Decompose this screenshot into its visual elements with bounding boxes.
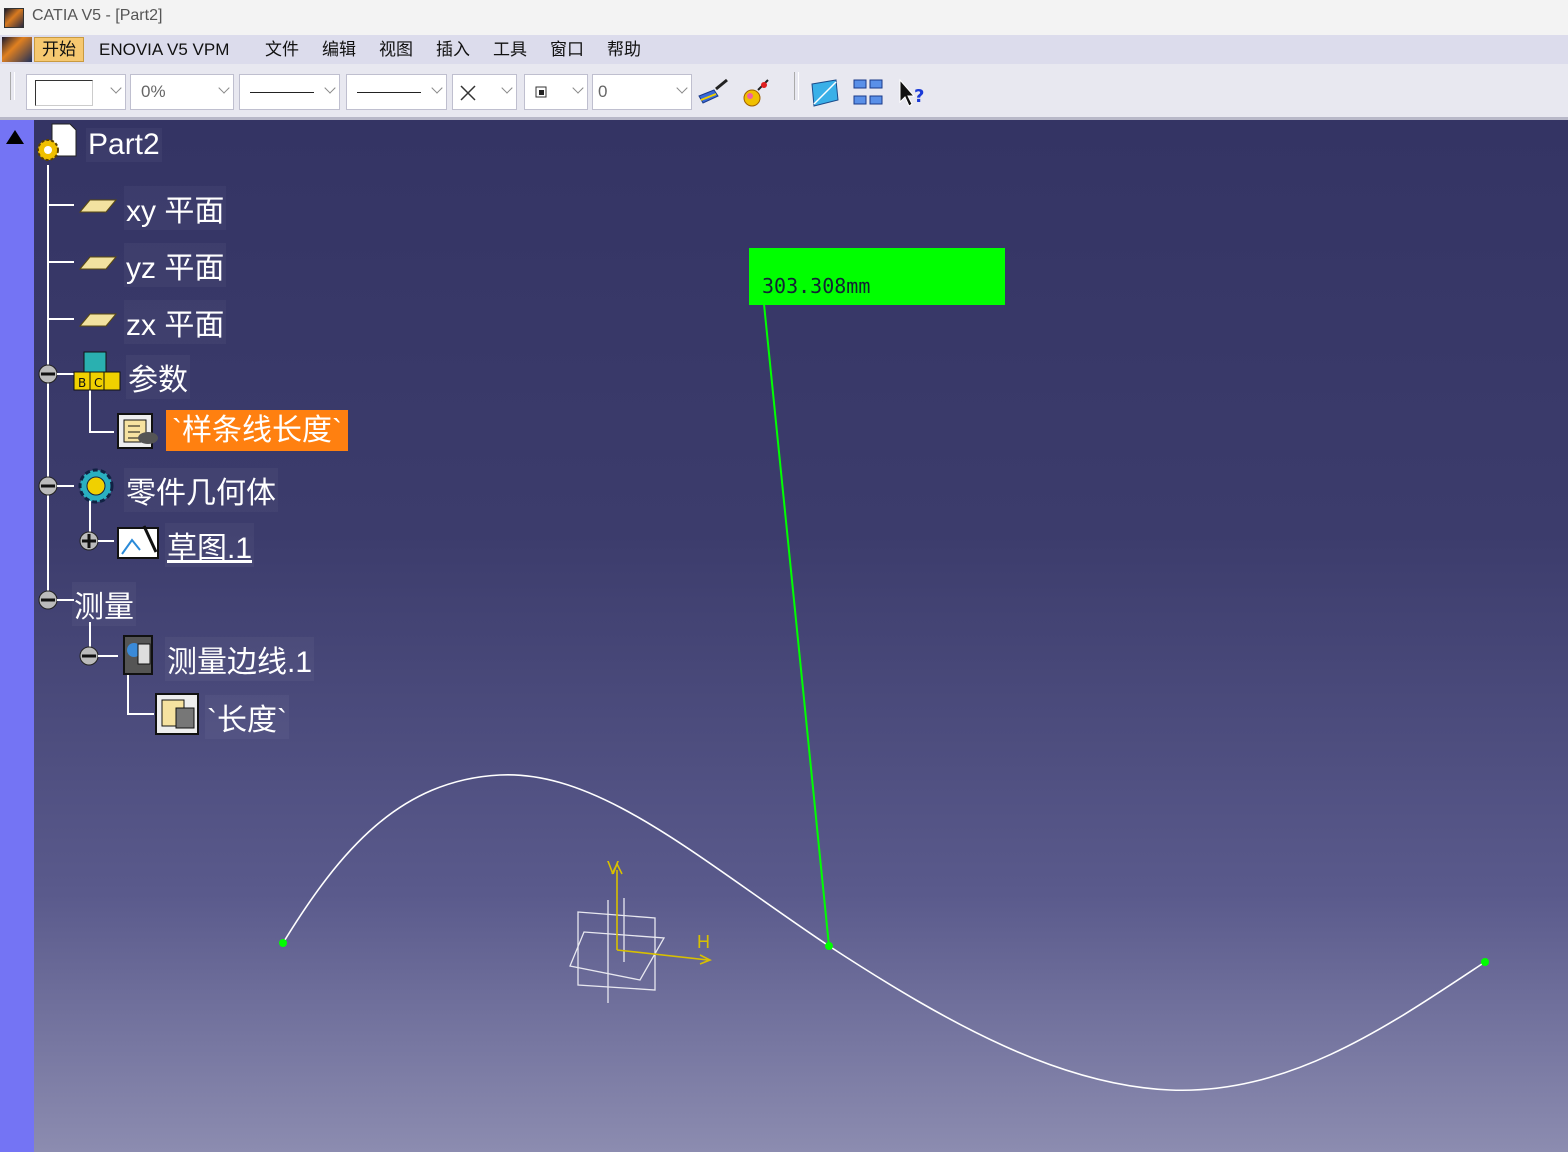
parameters-icon[interactable]: B C [73,351,121,391]
viewport-graphics: B C [37,123,1489,1091]
v-axis-label: V [607,858,620,878]
part-document-icon[interactable] [37,123,77,161]
zx-plane-icon[interactable] [78,313,118,327]
measure-edge-icon[interactable] [123,635,153,675]
length-value-icon[interactable] [155,693,199,735]
yz-plane-icon[interactable] [78,256,118,270]
tree-root-part[interactable]: Part2 [86,128,162,162]
tree-zx-plane[interactable]: zx 平面 [124,300,227,344]
hv-axis [611,862,712,965]
h-axis-label: H [697,932,710,952]
measure-point[interactable] [825,942,833,950]
measure-leader-line [763,303,830,947]
tree-partbody[interactable]: 零件几何体 [124,468,278,512]
partbody-gear-icon[interactable] [78,468,114,504]
tree-length[interactable]: `长度` [205,695,289,739]
spline-endpoint[interactable] [1481,958,1489,966]
svg-text:B: B [78,376,86,390]
tree-measure[interactable]: 测量 [72,582,136,626]
expand-sketch-icon[interactable] [79,531,99,551]
tree-spline-length-parameter[interactable]: `样条线长度` [166,410,348,451]
collapse-parameters-icon[interactable] [38,364,58,384]
tree-sketch[interactable]: 草图.1 [165,523,255,567]
spline-curve[interactable] [282,774,1486,1091]
spline-endpoint[interactable] [279,939,287,947]
measure-value-tag[interactable]: 303.308mm [749,248,1005,305]
collapse-partbody-icon[interactable] [38,476,58,496]
tree-measure-edge[interactable]: 测量边线.1 [165,637,315,681]
tree-xy-plane[interactable]: xy 平面 [124,186,227,230]
xy-plane-icon[interactable] [78,199,118,213]
tree-yz-plane[interactable]: yz 平面 [124,243,227,287]
collapse-measure-icon[interactable] [38,590,58,610]
sketch-icon[interactable] [117,525,159,559]
collapse-edge-measure-icon[interactable] [79,646,99,666]
measure-value: 303.308mm [762,274,871,298]
svg-text:C: C [94,376,102,390]
tree-parameters[interactable]: 参数 [126,355,190,399]
length-parameter-icon[interactable] [117,413,158,449]
